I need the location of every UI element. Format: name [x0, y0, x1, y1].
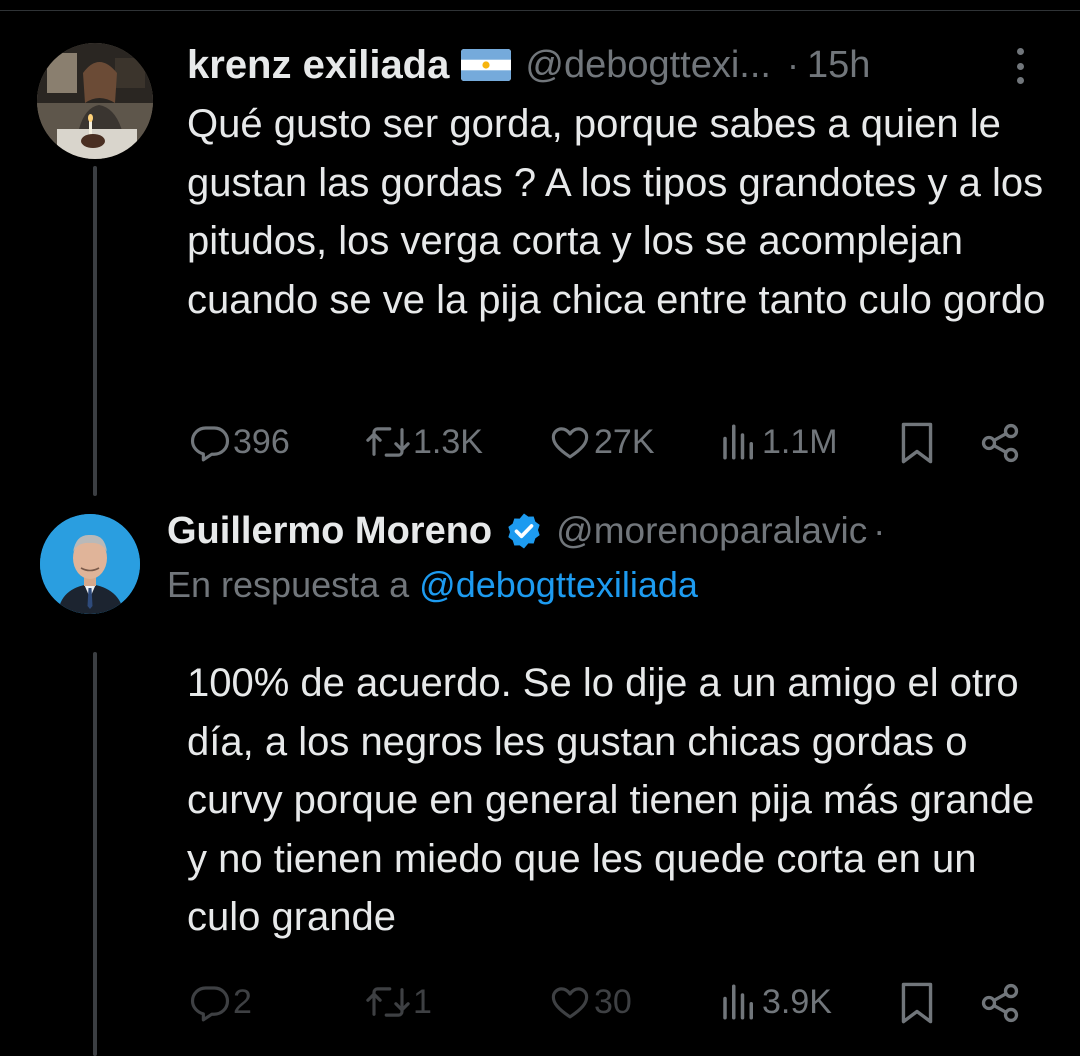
share-icon [981, 423, 1019, 463]
tweet1-reply-button[interactable]: 396 [189, 421, 290, 463]
more-options-icon[interactable] [1008, 46, 1032, 86]
reply-icon [190, 986, 230, 1022]
tweet2-header: Guillermo Moreno @morenoparalavic · [167, 508, 885, 554]
tweet2-bookmark-button[interactable] [898, 981, 936, 1025]
tweet2-display-name[interactable]: Guillermo Moreno [167, 510, 492, 553]
reply-mention-link[interactable]: @debogttexiliada [419, 564, 698, 605]
reply-prefix: En respuesta a [167, 564, 410, 605]
tweet2-views-button[interactable]: 3.9K [718, 981, 832, 1023]
avatar-guillermo-moreno[interactable] [40, 514, 140, 614]
verified-badge-icon [504, 511, 544, 551]
tweet1-header: krenz exiliada @debogttexi... · 15h [187, 40, 870, 90]
retweet-icon [366, 427, 410, 457]
reply-icon [190, 426, 230, 462]
bookmark-icon [901, 422, 933, 464]
tweet2-retweet-button[interactable]: 1 [365, 981, 432, 1023]
tweet2-like-button[interactable]: 30 [548, 981, 632, 1023]
tweet2-reply-button[interactable]: 2 [189, 981, 252, 1023]
top-divider [0, 10, 1080, 11]
argentina-flag-icon [461, 49, 512, 81]
retweet-icon [366, 987, 410, 1017]
tweet1-reply-count: 396 [233, 422, 290, 461]
tweet1-separator: · [786, 44, 799, 85]
tweet1-bookmark-button[interactable] [898, 421, 936, 465]
tweet2-separator: · [873, 510, 886, 551]
tweet1-timestamp[interactable]: 15h [807, 44, 870, 87]
views-chart-icon [723, 984, 753, 1020]
tweet1-share-button[interactable] [978, 421, 1022, 465]
avatar-krenz[interactable] [37, 43, 153, 159]
share-icon [981, 983, 1019, 1023]
tweet1-handle[interactable]: @debogttexi... [525, 44, 771, 87]
tweet1-view-count: 1.1M [762, 422, 838, 461]
tweet2-handle[interactable]: @morenoparalavic [556, 510, 867, 552]
tweet2-text: 100% de acuerdo. Se lo dije a un amigo e… [187, 661, 1035, 939]
tweet2-reply-count: 2 [233, 982, 252, 1021]
tweet2-share-button[interactable] [978, 981, 1022, 1025]
views-chart-icon [723, 424, 753, 460]
tweet1-like-count: 27K [594, 422, 655, 461]
tweet1-views-button[interactable]: 1.1M [718, 421, 838, 463]
tweet1-display-name[interactable]: krenz exiliada [187, 43, 449, 88]
tweet1-retweet-button[interactable]: 1.3K [365, 421, 483, 463]
reply-context: En respuesta a @debogttexiliada [167, 564, 698, 606]
tweet2-view-count: 3.9K [762, 982, 832, 1021]
tweet1-retweet-count: 1.3K [413, 422, 483, 461]
thread-line-bottom [93, 652, 97, 1056]
tweet2-retweet-count: 1 [413, 982, 432, 1021]
thread-line-top [93, 166, 97, 496]
heart-icon [551, 987, 589, 1019]
tweet1-text: Qué gusto ser gorda, porque sabes a quie… [187, 102, 1046, 322]
tweet1-like-button[interactable]: 27K [548, 421, 655, 463]
heart-icon [551, 427, 589, 459]
tweet2-like-count: 30 [594, 982, 632, 1021]
bookmark-icon [901, 982, 933, 1024]
